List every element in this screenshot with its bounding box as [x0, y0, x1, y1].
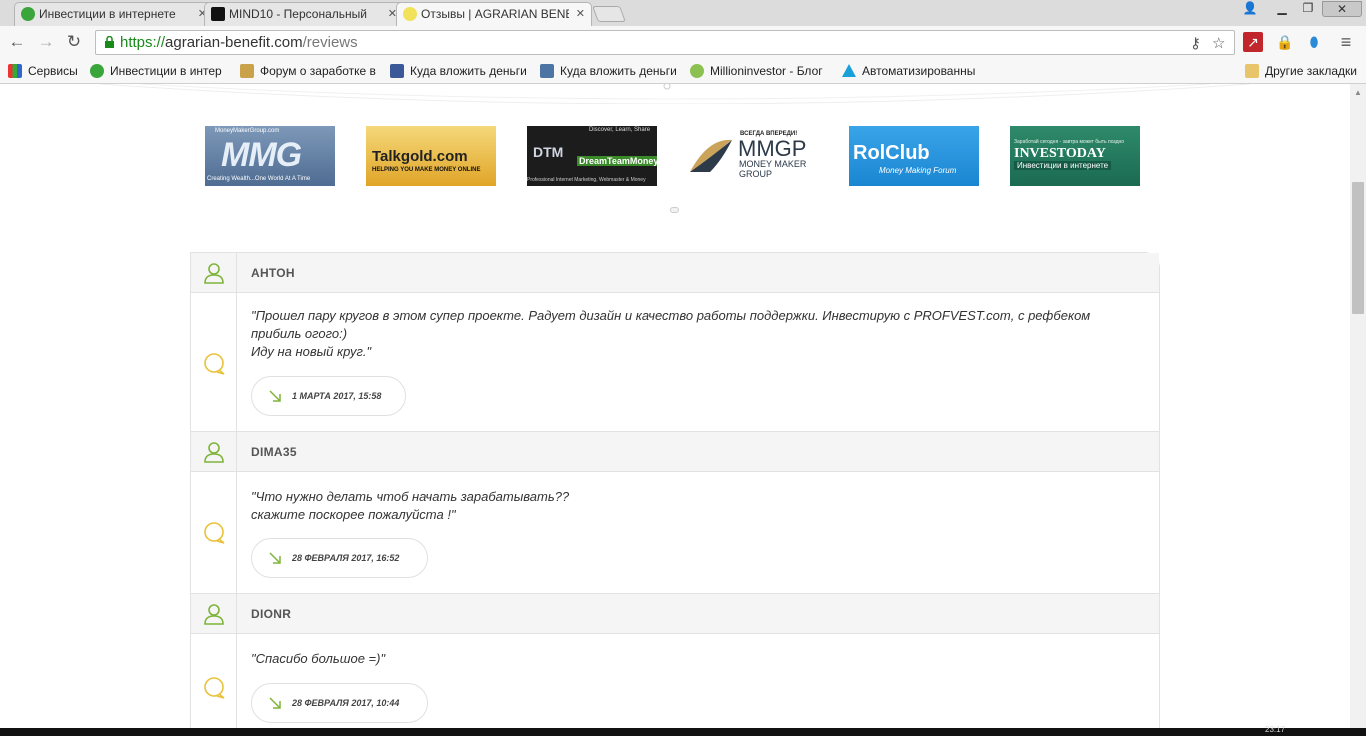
apps-grid-icon — [8, 64, 22, 78]
close-icon[interactable]: ✕ — [576, 3, 585, 25]
speech-bubble-icon — [204, 522, 225, 544]
slider-dot[interactable] — [670, 207, 679, 213]
forward-arrow-icon[interactable]: → — [36, 32, 56, 52]
lock-extension-icon[interactable]: 🔒 — [1275, 32, 1295, 52]
taskbar-clock: 23:17 — [1265, 725, 1286, 734]
bookmark-vk[interactable]: Куда вложить деньги — [540, 63, 676, 79]
mind10-favicon — [211, 7, 225, 21]
page-content: MoneyMakerGroup.com MMG Creating Wealth.… — [0, 84, 1350, 728]
millioninvestor-favicon — [690, 64, 704, 78]
taskbar: 23:17 — [0, 725, 1366, 736]
mmgp-logo-icon — [690, 139, 732, 172]
shield-extension-icon[interactable]: ⬮ — [1304, 32, 1324, 52]
review-body: "Что нужно делать чтоб начать зарабатыва… — [191, 472, 1159, 594]
review-body: "Прошел пару кругов в этом супер проекте… — [191, 293, 1159, 432]
partner-banner-rolclub[interactable]: RolClub Money Making Forum — [849, 126, 979, 186]
tab-reviews[interactable]: Отзывы | AGRARIAN BENEFIT ✕ — [396, 2, 592, 26]
browser-toolbar: ← → ↻ https://agrarian-benefit.com/revie… — [0, 26, 1366, 60]
menu-icon[interactable]: ≡ — [1336, 32, 1356, 52]
invest-favicon — [90, 64, 104, 78]
review-body: "Спасибо большое =)" 28 ФЕВРАЛЯ 2017, 10… — [191, 634, 1159, 728]
minimize-button[interactable]: ▁ — [1272, 1, 1292, 17]
user-icon — [204, 442, 224, 463]
bookmark-apps[interactable]: Сервисы — [8, 63, 80, 79]
arrow-down-right-icon — [269, 552, 281, 564]
bookmark-forum[interactable]: Форум о заработке в — [240, 63, 376, 79]
partner-banner-dreamteam[interactable]: Discover, Learn, Share DTM DreamTeamMone… — [527, 126, 657, 186]
review-author: DIONR — [251, 607, 292, 621]
review-header: DIONR — [191, 594, 1159, 634]
speech-bubble-icon — [204, 677, 225, 699]
facebook-icon — [390, 64, 404, 78]
review-author: DIMA35 — [251, 445, 297, 459]
review-date: 28 ФЕВРАЛЯ 2017, 10:44 — [251, 683, 428, 723]
decorative-arcs — [99, 84, 1251, 104]
bookmarks-bar: Сервисы Инвестиции в интер Форум о зараб… — [0, 60, 1366, 84]
profile-icon[interactable]: 👤 — [1240, 1, 1260, 17]
partner-banners: MoneyMakerGroup.com MMG Creating Wealth.… — [205, 126, 1140, 186]
tab-strip: Инвестиции в интернете ✕ MIND10 - Персон… — [0, 0, 1366, 26]
url-text: https://agrarian-benefit.com/reviews — [120, 34, 358, 51]
scroll-up-icon[interactable]: ▲ — [1354, 88, 1362, 97]
agrarian-favicon — [403, 7, 417, 21]
reviews-list: АНТОН "Прошел пару кругов в этом супер п… — [190, 252, 1160, 728]
vk-icon — [540, 64, 554, 78]
tab-mind10[interactable]: MIND10 - Персональный ✕ — [204, 2, 404, 26]
arrow-down-right-icon — [269, 697, 281, 709]
partner-banner-investoday[interactable]: Заработай сегодня - завтра может быть по… — [1010, 126, 1140, 186]
arrow-down-right-icon — [269, 390, 281, 402]
page-scrollbar[interactable]: ▲ — [1350, 84, 1366, 728]
pdf-extension-icon[interactable]: ↗ — [1243, 32, 1263, 52]
bookmark-other[interactable]: Другие закладки — [1245, 63, 1361, 79]
restore-button[interactable]: ❐ — [1298, 1, 1318, 17]
speech-bubble-icon — [204, 353, 225, 375]
bookmark-automated[interactable]: Автоматизированны — [842, 63, 978, 79]
bookmark-facebook[interactable]: Куда вложить деньги — [390, 63, 526, 79]
partner-banner-mmg[interactable]: MoneyMakerGroup.com MMG Creating Wealth.… — [205, 126, 335, 186]
forum-favicon — [240, 64, 254, 78]
review-date: 28 ФЕВРАЛЯ 2017, 16:52 — [251, 538, 428, 578]
close-window-button[interactable]: ✕ — [1322, 1, 1362, 17]
dtm-logo: DTM — [533, 144, 564, 160]
lock-icon — [105, 36, 114, 48]
back-arrow-icon[interactable]: ← — [7, 32, 27, 52]
user-icon — [204, 604, 224, 625]
tab-investments[interactable]: Инвестиции в интернете ✕ — [14, 2, 214, 26]
review-text: "Что нужно делать чтоб начать зарабатыва… — [251, 489, 570, 522]
address-bar[interactable]: https://agrarian-benefit.com/reviews ⚷ ☆ — [95, 30, 1235, 55]
invest-favicon — [21, 7, 35, 21]
review-author: АНТОН — [251, 266, 295, 280]
user-icon — [204, 263, 224, 284]
review-date: 1 МАРТА 2017, 15:58 — [251, 376, 406, 416]
reload-icon[interactable]: ↻ — [64, 32, 84, 52]
review-text: "Прошел пару кругов в этом супер проекте… — [251, 308, 1091, 359]
review-text: "Спасибо большое =)" — [251, 651, 386, 666]
review-header: DIMA35 — [191, 432, 1159, 472]
scrollbar-thumb[interactable] — [1352, 182, 1364, 314]
key-icon[interactable]: ⚷ — [1190, 34, 1201, 52]
review-header: АНТОН — [191, 253, 1159, 293]
partner-banner-talkgold[interactable]: Talkgold.com HELPING YOU MAKE MONEY ONLI… — [366, 126, 496, 186]
partner-banner-mmgp[interactable]: ВСЕГДА ВПЕРЕДИ! MMGP MONEY MAKER GROUP — [688, 126, 818, 186]
triangle-favicon — [842, 64, 856, 77]
bookmark-millioninvestor[interactable]: Millioninvestor - Блог — [690, 63, 826, 79]
new-tab-button[interactable] — [592, 6, 626, 22]
bookmark-investments[interactable]: Инвестиции в интер — [90, 63, 228, 79]
star-icon[interactable]: ☆ — [1212, 34, 1225, 52]
folder-icon — [1245, 64, 1259, 78]
